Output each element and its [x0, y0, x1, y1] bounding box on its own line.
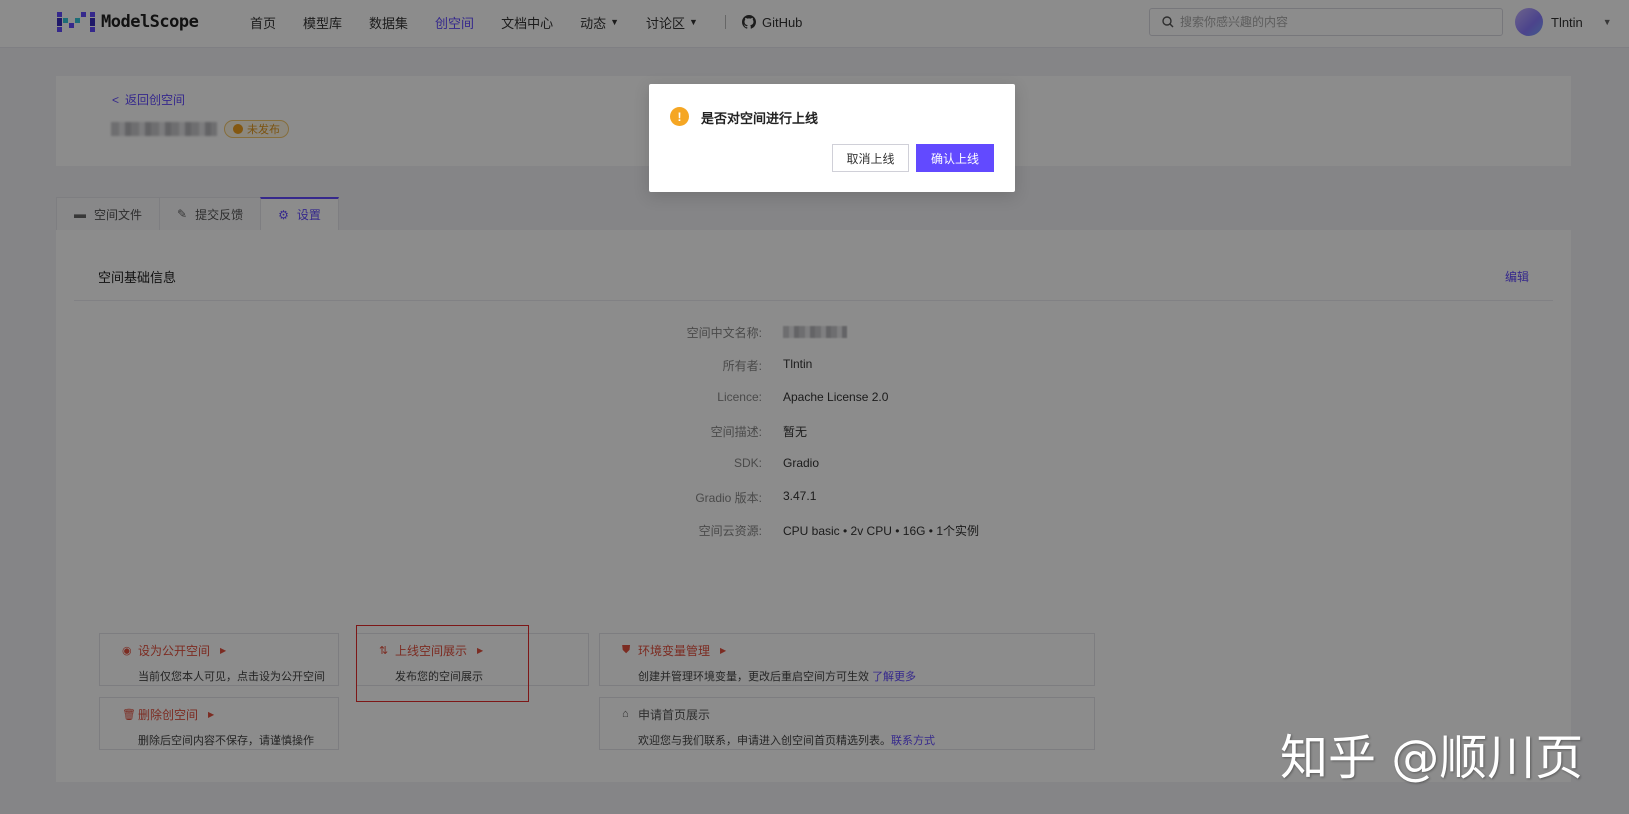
confirm-publish-button[interactable]: 确认上线: [916, 144, 994, 172]
confirm-publish-dialog: ! 是否对空间进行上线 取消上线 确认上线: [649, 84, 1015, 192]
warning-icon: !: [670, 107, 689, 126]
cancel-publish-button[interactable]: 取消上线: [832, 144, 909, 172]
dialog-title: 是否对空间进行上线: [701, 111, 819, 126]
zhihu-watermark: 知乎 @顺川页: [1280, 730, 1584, 786]
